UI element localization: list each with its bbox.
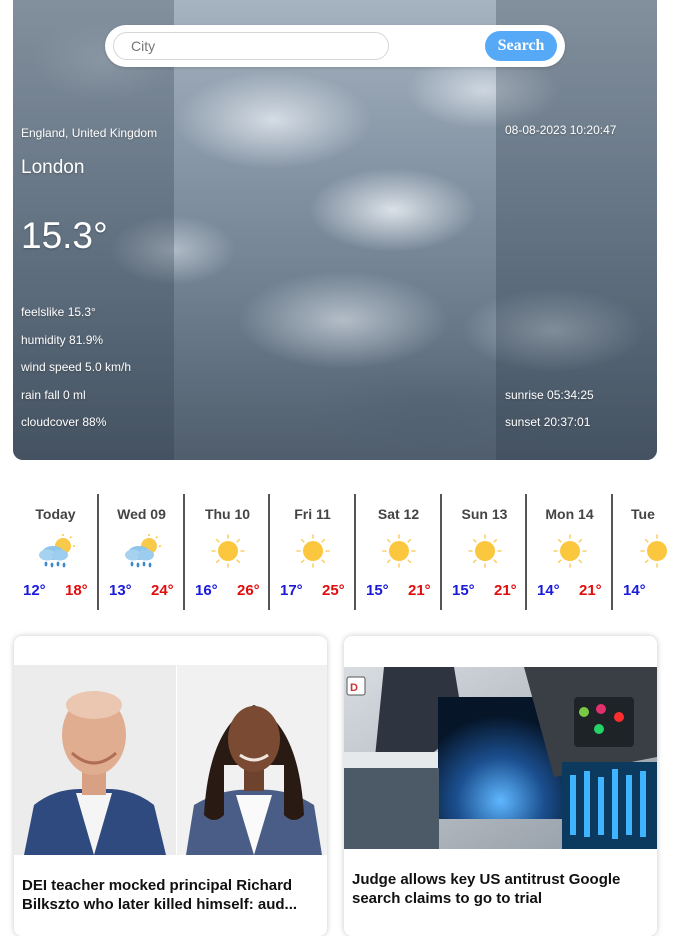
forecast-high-temp: 24°: [151, 582, 174, 599]
forecast-day-label: Today: [35, 506, 76, 522]
cloudcover-stat: cloudcover 88%: [21, 415, 107, 429]
svg-text:D: D: [350, 682, 358, 694]
sun-icon: [295, 534, 330, 568]
sun-icon: [467, 534, 502, 568]
forecast-low-temp: 12°: [23, 582, 46, 599]
forecast-high-temp: 21°: [494, 582, 517, 599]
forecast-day[interactable]: Sun 13 15° 21°: [440, 494, 527, 610]
news-card[interactable]: DEI teacher mocked principal Richard Bil…: [14, 636, 327, 936]
forecast-day-label: Sun 13: [461, 506, 508, 522]
sun-icon: [640, 534, 667, 568]
rain-sun-icon: [38, 534, 75, 568]
daily-forecast-strip[interactable]: Today 12° 18° Wed 09 13° 24° Thu 10 16° …: [13, 494, 673, 610]
current-weather-card: Search England, United Kingdom London 15…: [13, 0, 657, 460]
forecast-day[interactable]: Sat 12 15° 21°: [354, 494, 441, 610]
forecast-day[interactable]: Mon 14 14° 21°: [525, 494, 612, 610]
forecast-low-temp: 14°: [537, 582, 560, 599]
city-search-input[interactable]: [113, 32, 389, 60]
forecast-high-temp: 18°: [65, 582, 88, 599]
current-datetime: 08-08-2023 10:20:47: [505, 123, 617, 137]
forecast-day[interactable]: Fri 11 17° 25°: [268, 494, 355, 610]
sun-icon: [210, 534, 245, 568]
search-button[interactable]: Search: [485, 31, 557, 61]
forecast-low-temp: 14°: [623, 582, 646, 599]
city-name: London: [21, 157, 85, 178]
forecast-day[interactable]: Tue 14°: [611, 494, 673, 610]
forecast-low-temp: 17°: [280, 582, 303, 599]
current-temperature: 15.3°: [21, 215, 108, 256]
news-headline[interactable]: Judge allows key US antitrust Google sea…: [352, 870, 650, 908]
forecast-high-temp: 21°: [579, 582, 602, 599]
forecast-day-label: Sat 12: [377, 506, 420, 522]
feelslike-stat: feelslike 15.3°: [21, 305, 96, 319]
forecast-high-temp: 26°: [237, 582, 260, 599]
forecast-day-label: Thu 10: [204, 506, 251, 522]
forecast-day[interactable]: Thu 10 16° 26°: [183, 494, 270, 610]
forecast-day-label: Mon 14: [545, 506, 594, 522]
forecast-day[interactable]: Wed 09 13° 24°: [97, 494, 184, 610]
forecast-day[interactable]: Today 12° 18°: [13, 494, 98, 610]
forecast-low-temp: 15°: [366, 582, 389, 599]
humidity-stat: humidity 81.9%: [21, 333, 104, 347]
rain-sun-icon: [124, 534, 161, 568]
forecast-high-temp: 21°: [408, 582, 431, 599]
location-label: England, United Kingdom: [21, 126, 158, 140]
sun-icon: [381, 534, 416, 568]
forecast-day-label: Fri 11: [294, 506, 331, 522]
wind-speed-stat: wind speed 5.0 km/h: [21, 360, 132, 374]
news-image[interactable]: [14, 665, 327, 855]
sunset-time: sunset 20:37:01: [505, 415, 591, 429]
sunrise-time: sunrise 05:34:25: [505, 388, 594, 402]
forecast-high-temp: 25°: [322, 582, 345, 599]
search-bar: Search: [105, 25, 565, 67]
news-image[interactable]: D: [344, 667, 657, 849]
forecast-low-temp: 15°: [452, 582, 475, 599]
news-card[interactable]: D Judge allows key US antitrust Google s…: [344, 636, 657, 936]
forecast-day-label: Wed 09: [117, 506, 166, 522]
rainfall-stat: rain fall 0 ml: [21, 388, 86, 402]
forecast-low-temp: 13°: [109, 582, 132, 599]
forecast-low-temp: 16°: [195, 582, 218, 599]
forecast-day-label: Tue: [631, 506, 655, 522]
news-headline[interactable]: DEI teacher mocked principal Richard Bil…: [22, 876, 320, 914]
sun-icon: [552, 534, 587, 568]
